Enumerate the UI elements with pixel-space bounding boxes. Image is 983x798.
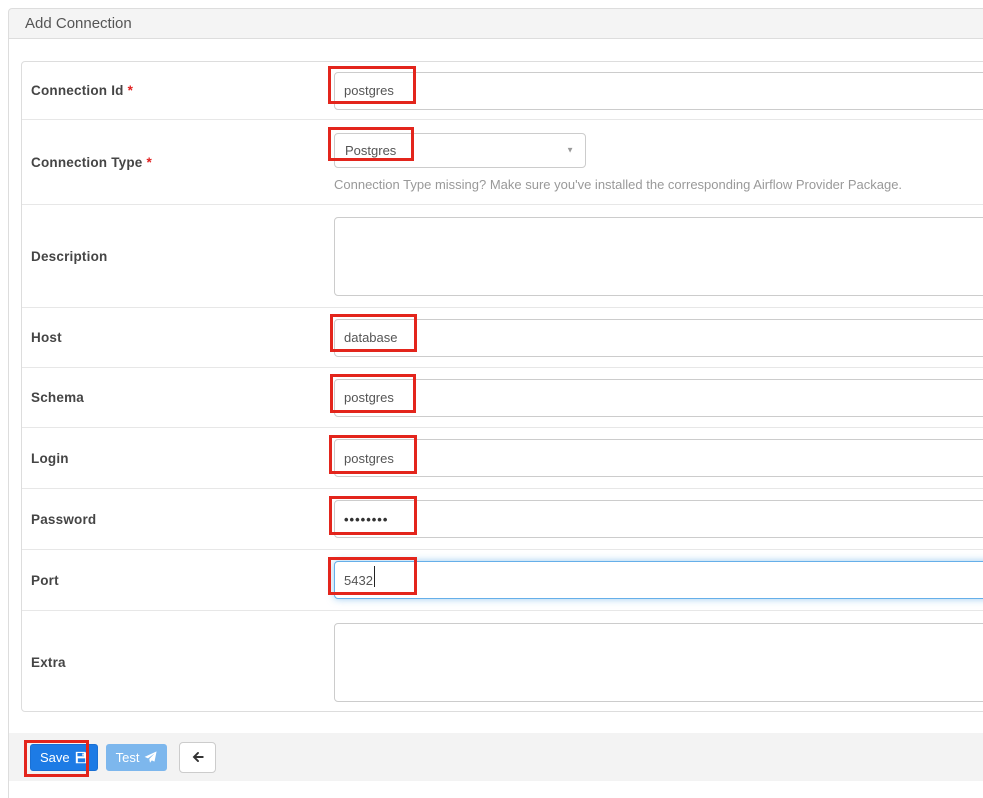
connection-id-label: Connection Id <box>31 83 124 98</box>
form-row-schema: Schema <box>22 368 983 428</box>
required-asterisk: * <box>128 83 133 98</box>
test-button-label: Test <box>116 750 140 765</box>
password-input[interactable] <box>334 500 983 538</box>
description-textarea[interactable] <box>334 217 983 296</box>
extra-label: Extra <box>31 655 66 670</box>
form-row-host: Host <box>22 308 983 368</box>
form-row-password: Password <box>22 489 983 550</box>
form-row-extra: Extra <box>22 611 983 713</box>
save-button-label: Save <box>40 750 70 765</box>
form-row-connection-type: Connection Type * Postgres ▼ Connection … <box>22 120 983 205</box>
text-caret <box>374 566 375 587</box>
form-row-connection-id: Connection Id * <box>22 62 983 120</box>
login-input[interactable] <box>334 439 983 477</box>
form-row-port: Port <box>22 550 983 611</box>
panel-left-border <box>8 38 9 798</box>
connection-type-selected-value: Postgres <box>345 143 396 158</box>
host-label: Host <box>31 330 62 345</box>
schema-input[interactable] <box>334 379 983 417</box>
port-label: Port <box>31 573 59 588</box>
form-row-login: Login <box>22 428 983 489</box>
connection-id-input[interactable] <box>334 72 983 110</box>
page-title: Add Connection <box>8 8 983 39</box>
connection-type-select[interactable]: Postgres ▼ <box>334 133 586 168</box>
description-label: Description <box>31 249 107 264</box>
back-button[interactable] <box>179 742 216 773</box>
save-button[interactable]: Save <box>30 744 98 771</box>
extra-textarea[interactable] <box>334 623 983 702</box>
port-input[interactable] <box>334 561 983 599</box>
form-row-description: Description <box>22 205 983 308</box>
paper-plane-icon <box>144 751 157 764</box>
add-connection-form: Connection Id * Connection Type * Postgr… <box>21 61 983 712</box>
floppy-disk-icon <box>75 751 88 764</box>
required-asterisk: * <box>147 155 152 170</box>
schema-label: Schema <box>31 390 84 405</box>
test-button[interactable]: Test <box>106 744 168 771</box>
connection-type-label: Connection Type <box>31 155 143 170</box>
left-arrow-icon <box>190 750 205 764</box>
host-input[interactable] <box>334 319 983 357</box>
connection-type-help-text: Connection Type missing? Make sure you'v… <box>334 177 983 192</box>
chevron-down-icon: ▼ <box>566 134 574 167</box>
login-label: Login <box>31 451 69 466</box>
password-label: Password <box>31 512 96 527</box>
form-actions-bar: Save Test <box>9 733 983 781</box>
